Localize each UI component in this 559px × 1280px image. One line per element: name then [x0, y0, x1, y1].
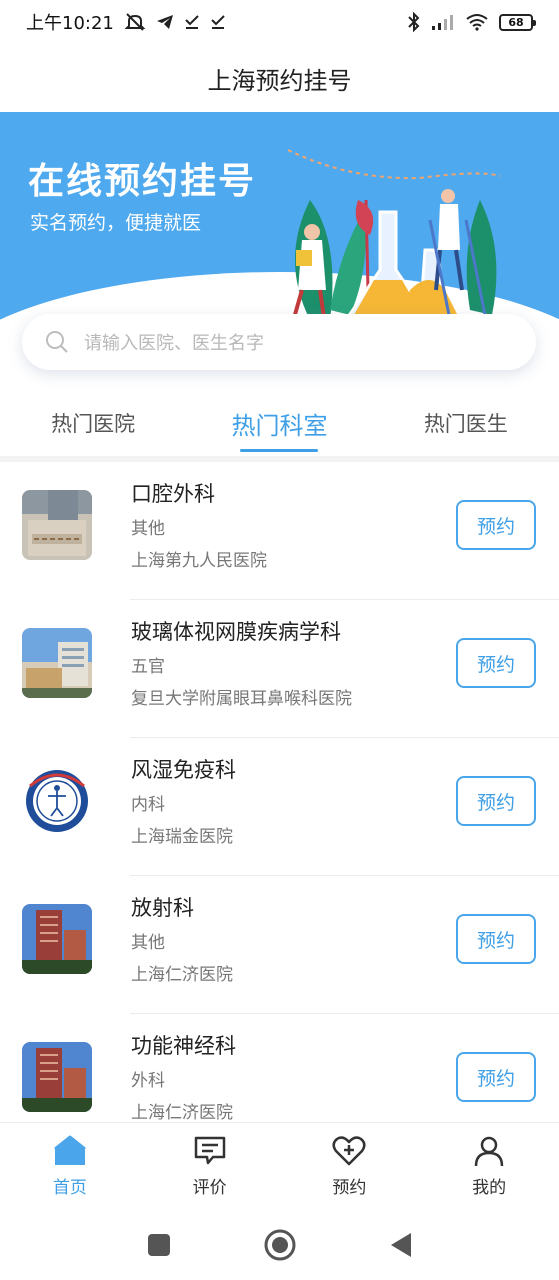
- department-name: 口腔外科: [131, 482, 215, 506]
- nav-profile[interactable]: 我的: [419, 1123, 559, 1210]
- department-name: 放射科: [131, 896, 194, 920]
- banner[interactable]: 在线预约挂号 实名预约，便捷就医: [0, 112, 559, 322]
- book-button[interactable]: 预约: [456, 914, 536, 964]
- department-name: 功能神经科: [131, 1034, 236, 1058]
- system-nav-bar: [0, 1210, 559, 1280]
- lab-illustration: [287, 149, 501, 320]
- book-button[interactable]: 预约: [456, 500, 536, 550]
- book-button[interactable]: 预约: [456, 638, 536, 688]
- book-button[interactable]: 预约: [456, 776, 536, 826]
- battery-icon: 68: [499, 13, 536, 31]
- hospital-thumbnail: [22, 1042, 92, 1112]
- recent-apps-icon[interactable]: [147, 1233, 171, 1257]
- hospital-thumbnail: [22, 490, 92, 560]
- user-icon: [474, 1136, 504, 1167]
- bottom-nav: 首页 评价 预约 我的: [0, 1122, 559, 1210]
- bluetooth-icon: [408, 12, 420, 32]
- book-button[interactable]: 预约: [456, 1052, 536, 1102]
- back-icon[interactable]: [389, 1232, 413, 1258]
- hospital-thumbnail: [22, 628, 92, 698]
- nav-booking-label: 预约: [332, 1178, 367, 1198]
- home-icon: [53, 1135, 86, 1165]
- list-item[interactable]: 放射科 其他 上海仁济医院 预约: [0, 876, 559, 1014]
- list-item[interactable]: 玻璃体视网膜疾病学科 五官 复旦大学附属眼耳鼻喉科医院 预约: [0, 600, 559, 738]
- banner-title: 在线预约挂号: [28, 161, 257, 202]
- department-name: 玻璃体视网膜疾病学科: [131, 620, 341, 644]
- status-right: 68: [407, 12, 536, 32]
- check-icon: [211, 15, 225, 29]
- nav-booking[interactable]: 预约: [280, 1123, 420, 1210]
- department-name: 风湿免疫科: [131, 758, 236, 782]
- tab-bar: 热门医院 热门科室 热门医生: [0, 390, 559, 456]
- department-category: 其他: [131, 519, 165, 539]
- status-time: 上午10:21: [26, 13, 114, 34]
- department-category: 内科: [131, 795, 165, 815]
- wifi-icon: [466, 14, 488, 31]
- banner-subtitle: 实名预约，便捷就医: [30, 212, 202, 234]
- nav-comment[interactable]: 评价: [140, 1123, 280, 1210]
- hospital-thumbnail: [22, 904, 92, 974]
- list-item[interactable]: 功能神经科 外科 上海仁济医院 预约: [0, 1014, 559, 1122]
- department-list: 口腔外科 其他 上海第九人民医院 预约 玻璃体视网膜疾病学科 五官 复旦大学附属…: [0, 462, 559, 1122]
- mute-icon: [124, 13, 146, 31]
- check-icon: [185, 15, 199, 29]
- tab-hot-hospitals[interactable]: 热门医院: [0, 390, 186, 456]
- list-item[interactable]: 口腔外科 其他 上海第九人民医院 预约: [0, 462, 559, 600]
- department-category: 五官: [131, 657, 165, 677]
- hospital-name: 复旦大学附属眼耳鼻喉科医院: [131, 689, 352, 709]
- search-icon: [46, 331, 68, 353]
- nav-comment-label: 评价: [192, 1178, 227, 1198]
- nav-profile-label: 我的: [472, 1178, 507, 1198]
- nav-home[interactable]: 首页: [0, 1123, 140, 1210]
- hospital-name: 上海第九人民医院: [131, 551, 267, 571]
- signal-icon: [432, 15, 453, 30]
- heart-plus-icon: [332, 1136, 366, 1166]
- status-bar: 上午10:21 68: [0, 0, 559, 44]
- page-title: 上海预约挂号: [0, 44, 559, 112]
- tab-hot-departments[interactable]: 热门科室: [186, 390, 372, 456]
- tab-hot-doctors[interactable]: 热门医生: [373, 390, 559, 456]
- nav-home-label: 首页: [52, 1178, 87, 1198]
- list-item[interactable]: 风湿免疫科 内科 上海瑞金医院 预约: [0, 738, 559, 876]
- hospital-logo: [22, 766, 92, 836]
- home-circle-icon[interactable]: [263, 1228, 297, 1262]
- comment-icon: [194, 1136, 225, 1165]
- department-category: 其他: [131, 933, 165, 953]
- hospital-name: 上海仁济医院: [131, 1103, 233, 1122]
- search-input[interactable]: 请输入医院、医生名字: [22, 314, 536, 370]
- hospital-name: 上海瑞金医院: [131, 827, 233, 847]
- status-left: 上午10:21: [26, 9, 226, 35]
- search-placeholder: 请输入医院、医生名字: [84, 333, 264, 354]
- hospital-name: 上海仁济医院: [131, 965, 233, 985]
- department-category: 外科: [131, 1071, 165, 1091]
- telegram-icon: [156, 15, 173, 29]
